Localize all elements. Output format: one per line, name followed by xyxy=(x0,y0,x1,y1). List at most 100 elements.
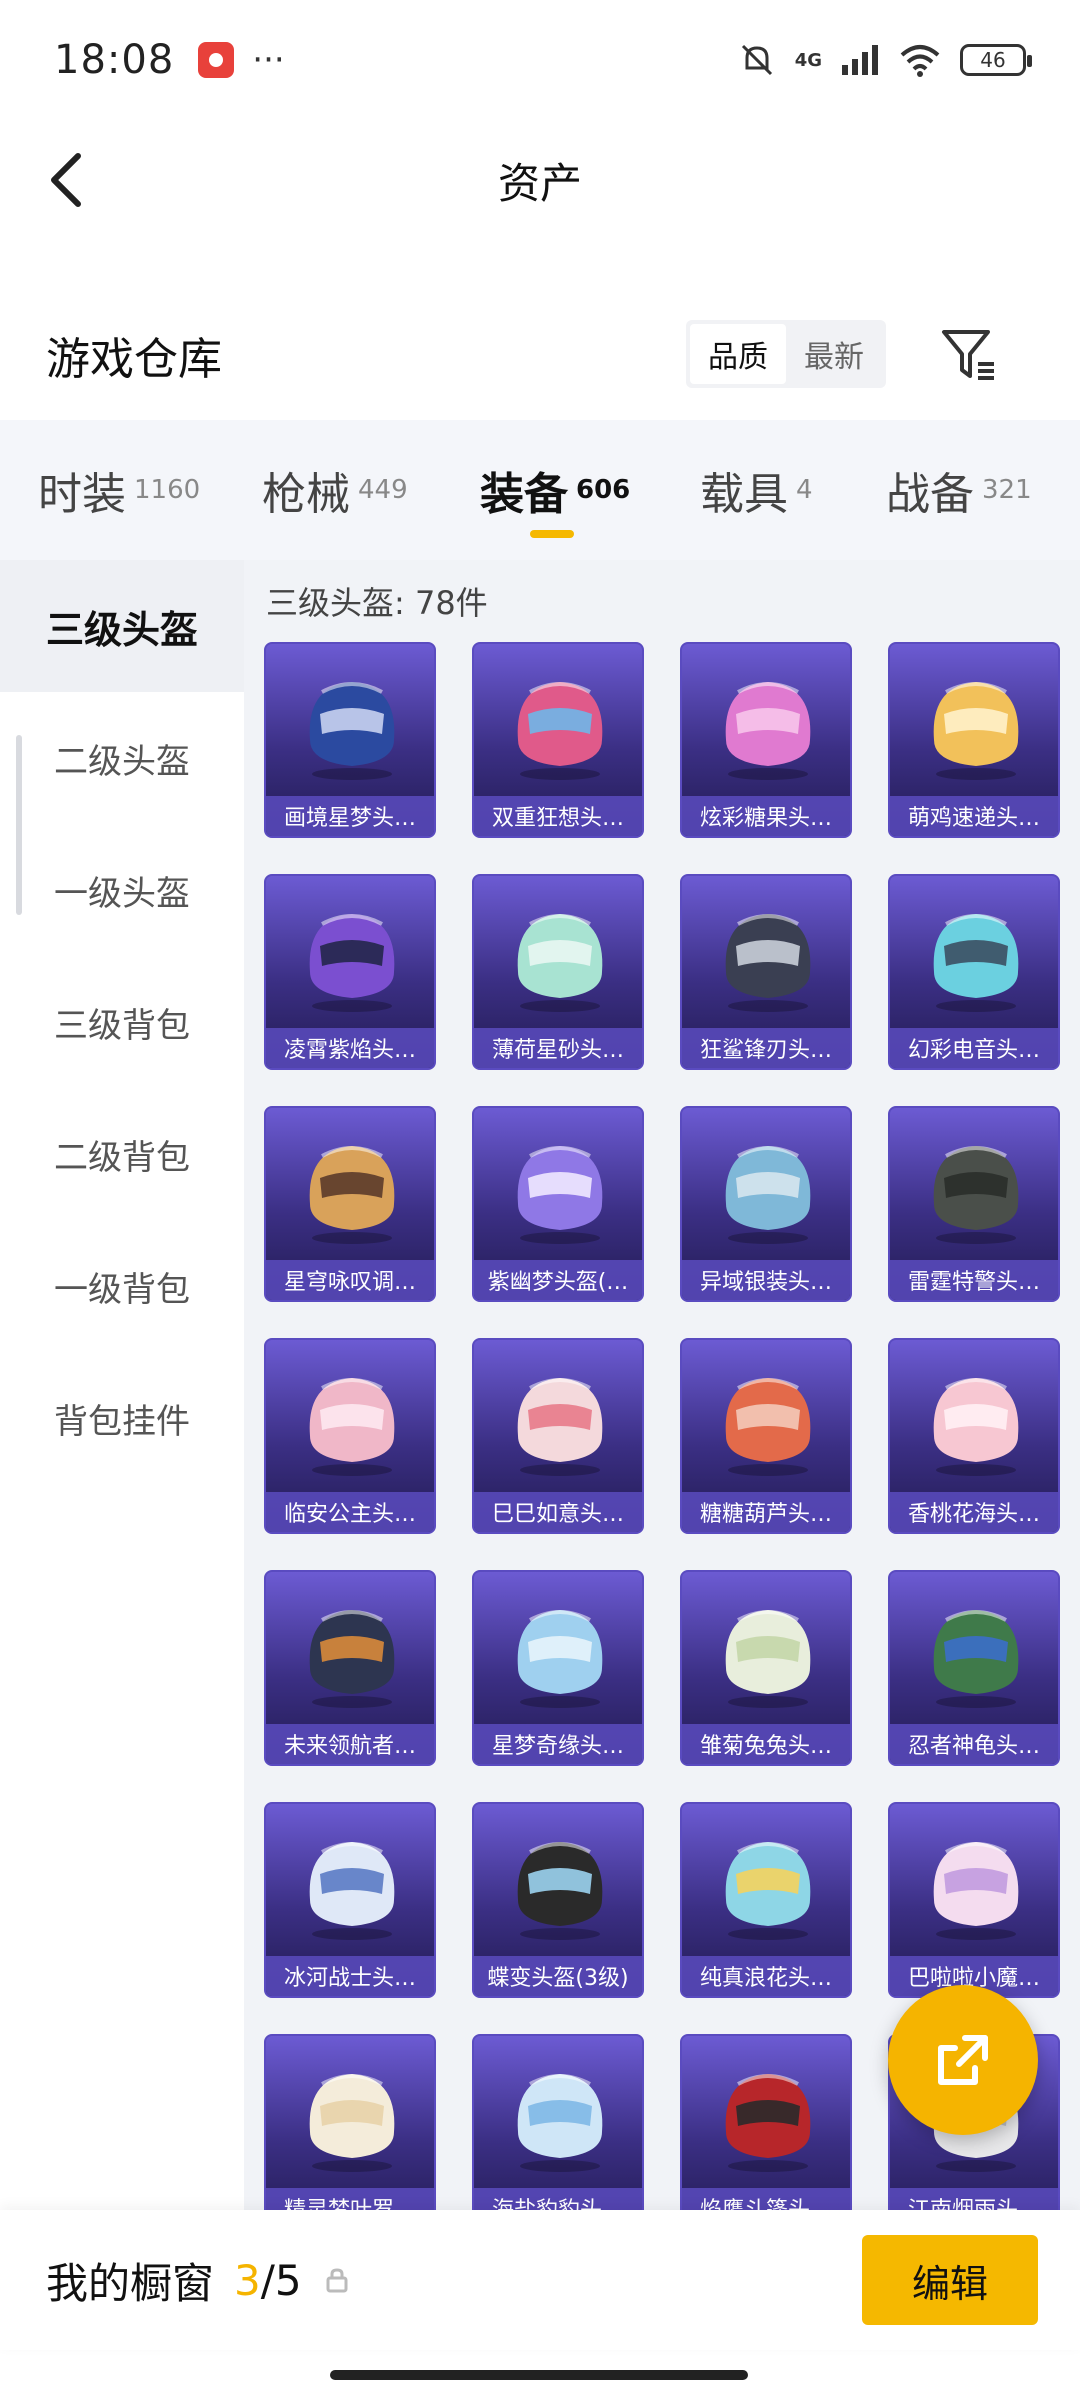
item-name: 星梦奇缘头… xyxy=(474,1724,642,1764)
item-name: 薄荷星砂头… xyxy=(474,1028,642,1068)
helmet-icon xyxy=(517,1842,603,1940)
inventory-item-card[interactable]: 巳巳如意头… xyxy=(472,1338,644,1534)
showcase-label: 我的橱窗 xyxy=(46,2258,215,2308)
share-button[interactable] xyxy=(888,1985,1038,2135)
helmet-icon xyxy=(517,1378,603,1476)
inventory-item-card[interactable]: 星穹咏叹调… xyxy=(264,1106,436,1302)
helmet-icon xyxy=(309,1842,395,1940)
tab-count: 321 xyxy=(982,475,1032,505)
back-button[interactable] xyxy=(36,150,96,210)
tab-count: 4 xyxy=(796,475,813,505)
status-bar: 18:08 ··· 4G 46 xyxy=(0,0,1080,120)
home-indicator[interactable] xyxy=(330,2370,748,2380)
inventory-item-card[interactable]: 星梦奇缘头… xyxy=(472,1570,644,1766)
tab-label: 载具 xyxy=(700,469,788,520)
category-tabs: 时装 1160 枪械 449 装备 606 载具 4 战备 321 xyxy=(0,420,1080,560)
item-name: 炫彩糖果头… xyxy=(682,796,850,836)
warehouse-title: 游戏仓库 xyxy=(46,334,222,385)
sidebar-item-backpack-charm[interactable]: 背包挂件 xyxy=(0,1352,244,1484)
tab-weapons[interactable]: 枪械 449 xyxy=(262,420,408,560)
item-name: 海盐豹豹头… xyxy=(474,2188,642,2210)
inventory-item-card[interactable]: 萌鸡速递头… xyxy=(888,642,1060,838)
status-icons: 4G 46 xyxy=(737,40,1032,80)
inventory-item-card[interactable]: 精灵梦叶罗… xyxy=(264,2034,436,2210)
inventory-item-card[interactable]: 未来领航者… xyxy=(264,1570,436,1766)
item-name: 画境星梦头… xyxy=(266,796,434,836)
showcase-count: 3/5 xyxy=(234,2256,302,2305)
inventory-item-card[interactable]: 海盐豹豹头… xyxy=(472,2034,644,2210)
sidebar-item-level2-helmet[interactable]: 二级头盔 xyxy=(0,692,244,824)
inventory-item-card[interactable]: 紫幽梦头盔(… xyxy=(472,1106,644,1302)
showcase-bar: 我的橱窗 3/5 编辑 xyxy=(0,2210,1080,2350)
edit-button[interactable]: 编辑 xyxy=(862,2235,1038,2325)
sidebar-item-level3-helmet[interactable]: 三级头盔 xyxy=(0,560,244,692)
sidebar-item-level2-backpack[interactable]: 二级背包 xyxy=(0,1088,244,1220)
inventory-item-card[interactable]: 凌霄紫焰头… xyxy=(264,874,436,1070)
helmet-icon xyxy=(309,682,395,780)
inventory-item-card[interactable]: 临安公主头… xyxy=(264,1338,436,1534)
inventory-item-card[interactable]: 纯真浪花头… xyxy=(680,1802,852,1998)
network-type: 4G xyxy=(794,49,822,71)
sidebar-scrollbar[interactable] xyxy=(16,735,22,915)
item-name: 双重狂想头… xyxy=(474,796,642,836)
showcase-current: 3 xyxy=(234,2255,261,2305)
helmet-icon xyxy=(933,1146,1019,1244)
header: 资产 xyxy=(0,120,1080,240)
helmet-icon xyxy=(933,914,1019,1012)
inventory-item-card[interactable]: 狂鲨锋刃头… xyxy=(680,874,852,1070)
item-name: 凌霄紫焰头… xyxy=(266,1028,434,1068)
chevron-left-icon xyxy=(51,153,81,207)
more-notifications-icon: ··· xyxy=(252,40,285,80)
tab-active-indicator xyxy=(530,530,574,538)
tab-label: 时装 xyxy=(38,469,126,520)
item-name: 巳巳如意头… xyxy=(474,1492,642,1532)
battery-indicator: 46 xyxy=(960,44,1032,76)
inventory-item-card[interactable]: 画境星梦头… xyxy=(264,642,436,838)
helmet-icon xyxy=(309,1378,395,1476)
tab-supplies[interactable]: 战备 321 xyxy=(886,420,1032,560)
item-name: 雏菊兔兔头… xyxy=(682,1724,850,1764)
item-name: 糖糖葫芦头… xyxy=(682,1492,850,1532)
inventory-item-card[interactable]: 雏菊兔兔头… xyxy=(680,1570,852,1766)
wifi-icon xyxy=(900,45,940,77)
tab-count: 449 xyxy=(358,475,408,505)
tab-equipment[interactable]: 装备 606 xyxy=(480,420,630,560)
item-name: 临安公主头… xyxy=(266,1492,434,1532)
inventory-item-card[interactable]: 糖糖葫芦头… xyxy=(680,1338,852,1534)
sidebar-item-level1-backpack[interactable]: 一级背包 xyxy=(0,1220,244,1352)
item-name: 纯真浪花头… xyxy=(682,1956,850,1996)
warehouse-header: 游戏仓库 品质 最新 xyxy=(0,300,1080,410)
inventory-item-card[interactable]: 异域银装头… xyxy=(680,1106,852,1302)
helmet-icon xyxy=(933,682,1019,780)
item-name: 萌鸡速递头… xyxy=(890,796,1058,836)
helmet-icon xyxy=(725,1610,811,1708)
mute-icon xyxy=(741,44,772,76)
item-name: 紫幽梦头盔(… xyxy=(474,1260,642,1300)
sort-quality-option[interactable]: 品质 xyxy=(690,324,786,384)
tab-vehicles[interactable]: 载具 4 xyxy=(700,420,813,560)
inventory-item-card[interactable]: 焰鹰斗篷头… xyxy=(680,2034,852,2210)
showcase-total: /5 xyxy=(260,2255,302,2305)
inventory-item-card[interactable]: 香桃花海头… xyxy=(888,1338,1060,1534)
sidebar-item-level3-backpack[interactable]: 三级背包 xyxy=(0,956,244,1088)
helmet-icon xyxy=(725,1842,811,1940)
inventory-item-card[interactable]: 炫彩糖果头… xyxy=(680,642,852,838)
sort-newest-option[interactable]: 最新 xyxy=(786,324,882,384)
helmet-icon xyxy=(933,1842,1019,1940)
tab-label: 战备 xyxy=(886,469,974,520)
inventory-item-card[interactable]: 忍者神龟头… xyxy=(888,1570,1060,1766)
inventory-item-card[interactable]: 薄荷星砂头… xyxy=(472,874,644,1070)
item-name: 异域银装头… xyxy=(682,1260,850,1300)
inventory-item-card[interactable]: 雷霆特警头… xyxy=(888,1106,1060,1302)
tab-fashion[interactable]: 时装 1160 xyxy=(38,420,200,560)
sidebar-item-level1-helmet[interactable]: 一级头盔 xyxy=(0,824,244,956)
inventory-item-card[interactable]: 蝶变头盔(3级) xyxy=(472,1802,644,1998)
tab-label: 枪械 xyxy=(262,469,350,520)
helmet-icon xyxy=(933,1378,1019,1476)
helmet-icon xyxy=(933,1610,1019,1708)
filter-button[interactable] xyxy=(938,324,1000,386)
inventory-item-card[interactable]: 冰河战士头… xyxy=(264,1802,436,1998)
inventory-item-card[interactable]: 巴啦啦小魔… xyxy=(888,1802,1060,1998)
inventory-item-card[interactable]: 双重狂想头… xyxy=(472,642,644,838)
inventory-item-card[interactable]: 幻彩电音头… xyxy=(888,874,1060,1070)
